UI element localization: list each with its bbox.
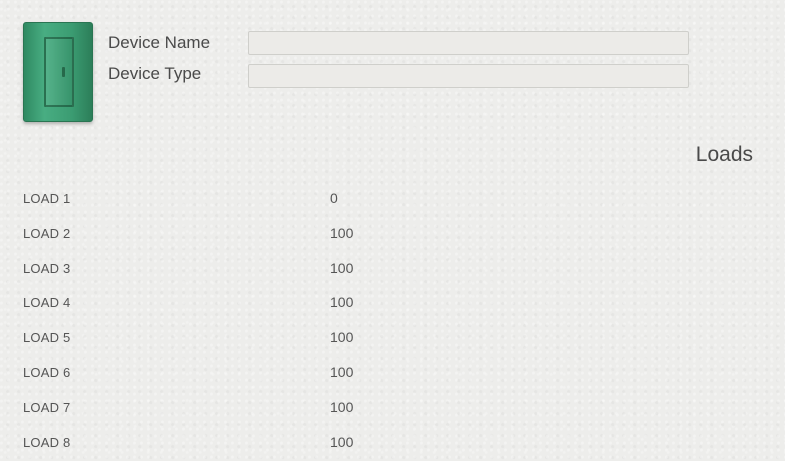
device-type-label: Device Type bbox=[108, 64, 202, 83]
load-row: LOAD 3 100 bbox=[0, 253, 785, 288]
load-value: 0 bbox=[330, 190, 338, 206]
load-row: LOAD 1 0 bbox=[0, 183, 785, 218]
loads-title: Loads bbox=[695, 143, 753, 166]
load-name: LOAD 8 bbox=[23, 434, 71, 450]
device-name-label: Device Name bbox=[108, 33, 211, 52]
load-name: LOAD 5 bbox=[23, 330, 71, 346]
load-name: LOAD 7 bbox=[23, 399, 71, 415]
load-name: LOAD 4 bbox=[23, 295, 71, 311]
cabinet-handle bbox=[62, 67, 65, 77]
load-name: LOAD 6 bbox=[23, 364, 71, 380]
load-row: LOAD 2 100 bbox=[0, 218, 785, 253]
load-value: 100 bbox=[330, 224, 354, 241]
cabinet-icon bbox=[23, 22, 93, 122]
load-name: LOAD 1 bbox=[23, 191, 71, 206]
load-row: LOAD 5 100 bbox=[0, 322, 785, 357]
load-name: LOAD 2 bbox=[23, 225, 71, 241]
device-type-field[interactable] bbox=[248, 64, 689, 88]
cabinet-door bbox=[44, 37, 74, 107]
load-value: 100 bbox=[330, 363, 354, 380]
load-value: 100 bbox=[330, 398, 354, 415]
load-value: 100 bbox=[330, 259, 354, 276]
load-row: LOAD 7 100 bbox=[0, 392, 785, 427]
load-row: LOAD 4 100 bbox=[0, 287, 785, 322]
load-row: LOAD 6 100 bbox=[0, 357, 785, 392]
load-value: 100 bbox=[330, 294, 354, 311]
loads-list: LOAD 1 0 LOAD 2 100 LOAD 3 100 LOAD 4 10… bbox=[0, 183, 785, 461]
load-name: LOAD 3 bbox=[23, 260, 71, 276]
load-value: 100 bbox=[330, 329, 354, 346]
load-value: 100 bbox=[330, 433, 354, 450]
device-name-field[interactable] bbox=[248, 31, 689, 55]
